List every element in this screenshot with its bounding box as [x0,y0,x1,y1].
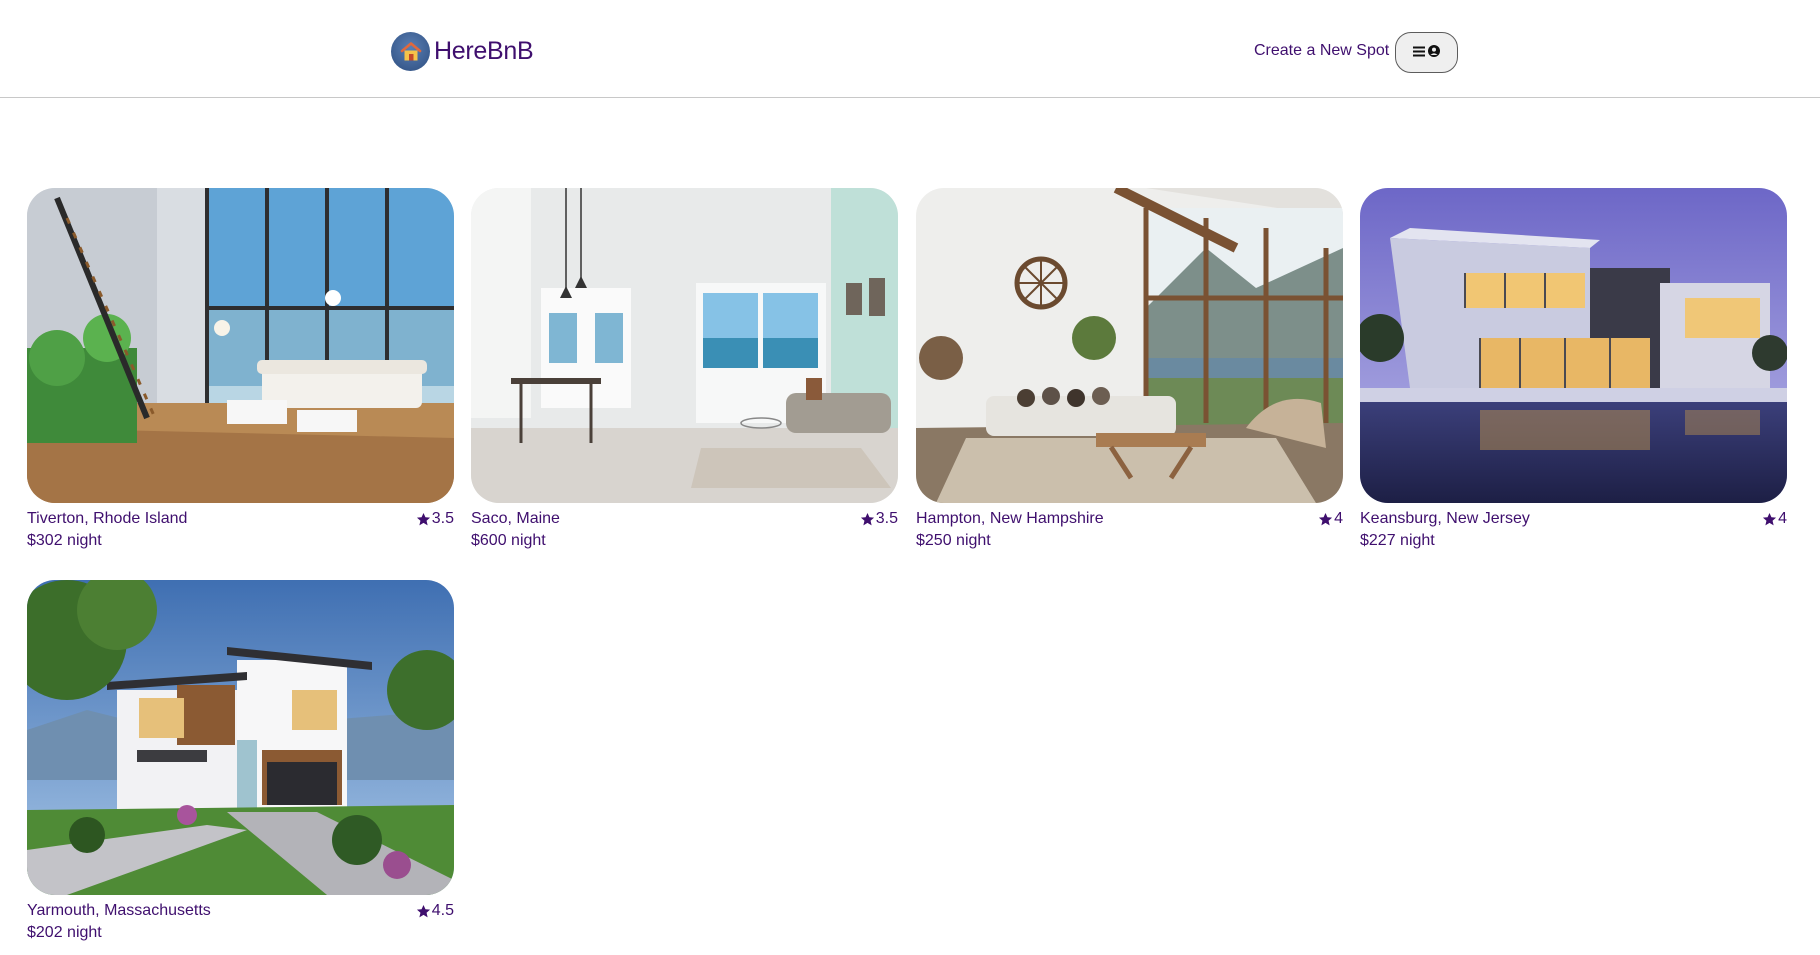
spot-rating-value: 3.5 [431,510,454,527]
spot-location: Tiverton, Rhode Island [27,510,188,527]
menu-icon [1413,44,1425,62]
profile-menu-button[interactable] [1395,32,1458,73]
spot-location: Yarmouth, Massachusetts [27,902,211,919]
spot-image[interactable] [1360,188,1787,503]
spot-card[interactable]: Keansburg, New Jersey 4 $227 night [1360,188,1787,560]
star-icon [1763,512,1777,525]
spot-image[interactable] [471,188,898,503]
spot-rating: 4 [1318,510,1343,528]
spot-price: $600 night [471,532,546,549]
spot-rating-value: 4 [1334,510,1343,527]
spot-rating: 4 [1762,510,1787,528]
house-icon [391,32,430,71]
star-icon [860,512,874,525]
spot-image[interactable] [27,188,454,503]
spot-price: $302 night [27,532,102,549]
spot-card[interactable]: Tiverton, Rhode Island 3.5 $302 night [27,188,454,560]
spot-image[interactable] [916,188,1343,503]
spot-location: Saco, Maine [471,510,560,527]
spot-rating-value: 4 [1778,510,1787,527]
spot-image[interactable] [27,580,454,895]
star-icon [416,904,430,917]
user-icon [1428,44,1440,62]
spot-rating-value: 3.5 [875,510,898,527]
star-icon [1319,512,1333,525]
spot-card[interactable]: Saco, Maine 3.5 $600 night [471,188,898,560]
spot-rating: 3.5 [416,510,454,528]
spot-card[interactable]: Yarmouth, Massachusetts 4.5 $202 night [27,580,454,952]
spot-card[interactable]: Hampton, New Hampshire 4 $250 night [916,188,1343,560]
star-icon [416,512,430,525]
home-logo-link[interactable]: HereBnB [391,32,534,71]
spot-price: $202 night [27,924,102,941]
spot-rating: 4.5 [416,902,454,920]
create-new-spot-link[interactable]: Create a New Spot [1254,42,1389,60]
top-navigation-bar: HereBnB Create a New Spot [0,0,1820,98]
spot-price: $227 night [1360,532,1435,549]
spot-price: $250 night [916,532,991,549]
spot-location: Keansburg, New Jersey [1360,510,1530,527]
spot-rating: 3.5 [860,510,898,528]
brand-name: HereBnB [434,37,534,65]
spot-rating-value: 4.5 [431,902,454,919]
spot-location: Hampton, New Hampshire [916,510,1104,527]
